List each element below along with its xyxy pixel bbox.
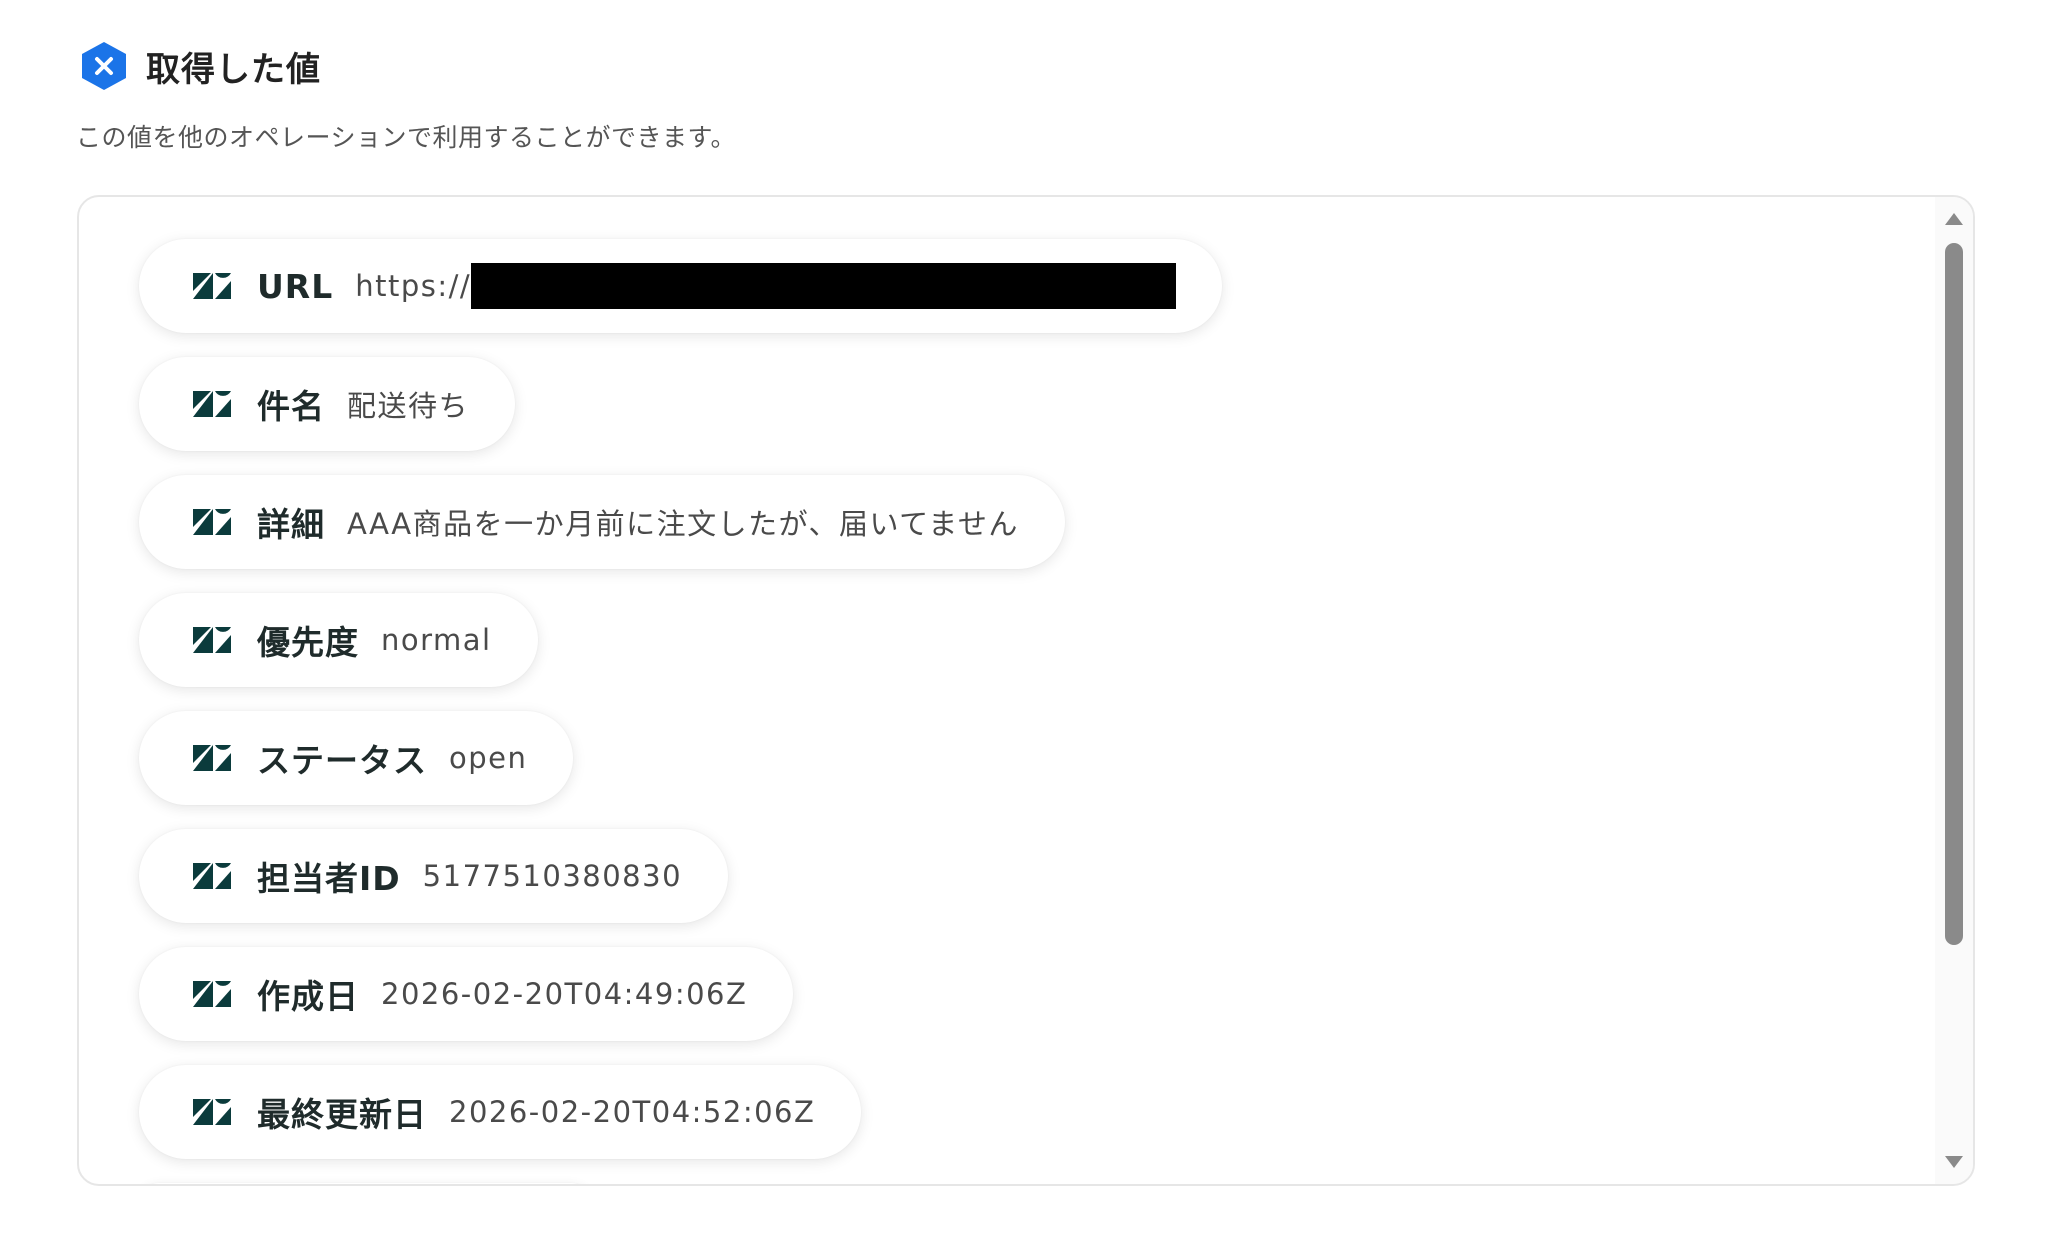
zendesk-icon (193, 273, 231, 299)
pill-value: normal (381, 623, 492, 657)
section-subtitle: この値を他のオペレーションで利用することができます。 (76, 123, 737, 152)
value-pill-url[interactable]: URL https:// (139, 239, 1223, 333)
zendesk-icon (193, 863, 231, 889)
pill-label: 最終更新日 (257, 1095, 427, 1134)
redaction-bar (471, 263, 1177, 309)
value-pill-created-at[interactable]: 作成日 2026-02-20T04:49:06Z (139, 947, 794, 1041)
pill-value: https:// (355, 269, 472, 303)
zendesk-icon (193, 981, 231, 1007)
scroll-up-arrow-icon[interactable] (1945, 213, 1963, 225)
value-pill-assignee-id[interactable]: 担当者ID 5177510380830 (139, 829, 729, 923)
value-pill-subject[interactable]: 件名 配送待ち (139, 357, 516, 451)
scroll-down-arrow-icon[interactable] (1945, 1156, 1963, 1168)
section-header: 取得した値 (78, 40, 321, 92)
pill-label: 詳細 (257, 505, 325, 544)
pill-label: 優先度 (257, 623, 359, 662)
scroll-thumb[interactable] (1945, 243, 1963, 945)
value-pill-partial[interactable] (139, 1183, 591, 1184)
pill-label: 作成日 (257, 977, 359, 1016)
zendesk-icon (193, 391, 231, 417)
pill-value: 2026-02-20T04:52:06Z (449, 1095, 816, 1129)
pill-value: 2026-02-20T04:49:06Z (381, 977, 748, 1011)
value-pill-status[interactable]: ステータス open (139, 711, 574, 805)
value-pill-updated-at[interactable]: 最終更新日 2026-02-20T04:52:06Z (139, 1065, 862, 1159)
zendesk-icon (193, 745, 231, 771)
zendesk-icon (193, 509, 231, 535)
pill-label: ステータス (257, 741, 427, 780)
blue-hexagon-x-icon (82, 42, 126, 90)
values-panel: URL https:// 件名 配送待ち 詳細 AAA商品を一か月前に注文したが… (77, 195, 1975, 1186)
pill-label: 担当者ID (257, 859, 401, 898)
pill-label: URL (257, 266, 334, 306)
pill-value: 配送待ち (347, 389, 470, 423)
pill-label: 件名 (257, 387, 325, 426)
value-pill-detail[interactable]: 詳細 AAA商品を一か月前に注文したが、届いてません (139, 475, 1065, 569)
pill-value: AAA商品を一か月前に注文したが、届いてません (347, 507, 1019, 541)
vertical-scrollbar[interactable] (1935, 197, 1973, 1184)
value-pill-priority[interactable]: 優先度 normal (139, 593, 538, 687)
section-title: 取得した値 (146, 49, 321, 90)
zendesk-icon (193, 1099, 231, 1125)
zendesk-icon (193, 627, 231, 653)
pill-value: 5177510380830 (422, 859, 683, 893)
values-list: URL https:// 件名 配送待ち 詳細 AAA商品を一か月前に注文したが… (139, 239, 1223, 1184)
pill-value: open (449, 741, 528, 775)
